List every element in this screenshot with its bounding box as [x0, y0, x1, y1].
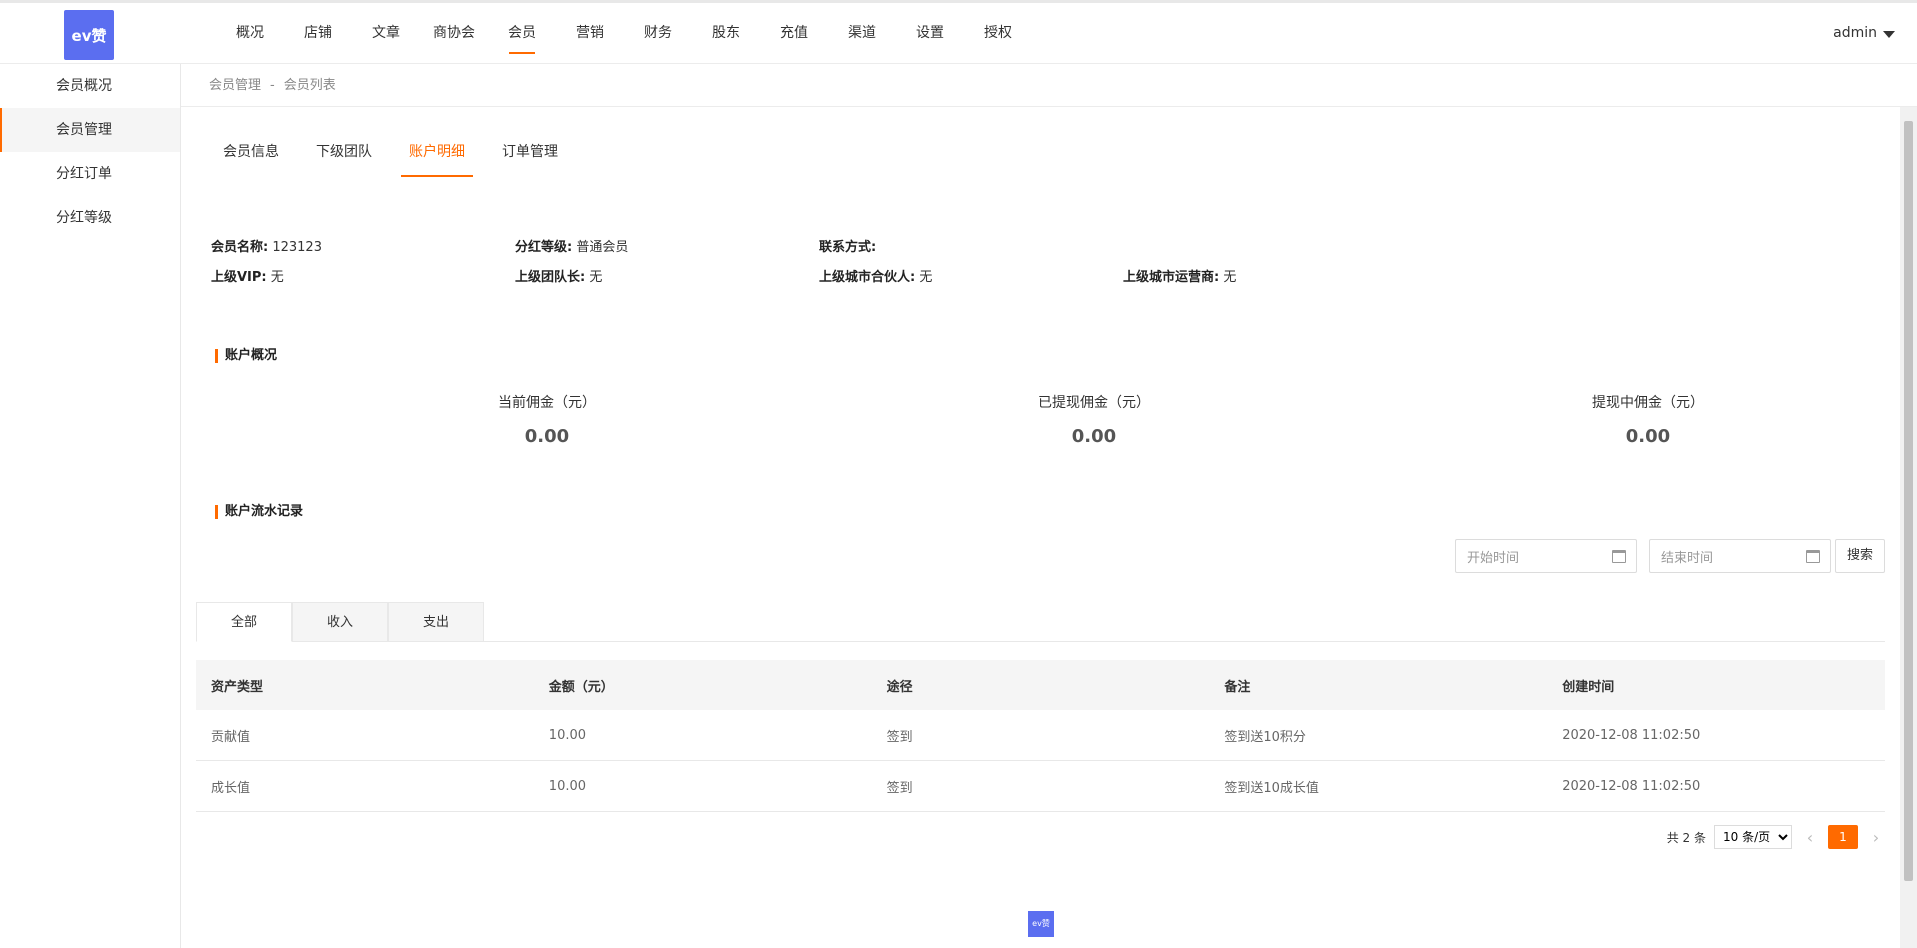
end-date-placeholder: 结束时间 [1661, 550, 1714, 566]
prev-page-icon[interactable]: ‹ [1800, 828, 1820, 847]
nav-item-member[interactable]: 会员 [488, 3, 556, 64]
nav-item-marketing[interactable]: 营销 [556, 3, 624, 64]
breadcrumb-separator: - [270, 78, 275, 93]
tab-order-management[interactable]: 订单管理 [494, 143, 566, 177]
nav-item-recharge[interactable]: 充值 [760, 3, 828, 64]
breadcrumb-parent[interactable]: 会员管理 [209, 78, 261, 93]
upper-partner-field: 上级城市合伙人: 无 [819, 269, 933, 285]
table-cell: 签到送10积分 [1224, 729, 1306, 745]
stat-label: 当前佣金（元） [498, 395, 596, 411]
member-info: 会员名称: 123123 分红等级: 普通会员 联系方式: 上级VIP: 无 上… [211, 230, 1611, 290]
column-header-remark: 备注 [1224, 679, 1251, 695]
record-type-tabs: 全部 收入 支出 [196, 602, 1885, 642]
table-cell: 贡献值 [211, 729, 251, 745]
column-header-asset-type: 资产类型 [211, 679, 264, 695]
upper-vip-field: 上级VIP: 无 [211, 269, 284, 285]
stat-current-commission: 当前佣金（元） 0.00 [427, 392, 667, 447]
tab-sub-team[interactable]: 下级团队 [308, 143, 380, 177]
stat-label: 已提现佣金（元） [1038, 395, 1150, 411]
table-cell: 2020-12-08 11:02:50 [1562, 778, 1701, 794]
sidebar: 会员概况 会员管理 分红订单 分红等级 [0, 64, 181, 948]
nav-item-shop[interactable]: 店铺 [284, 3, 352, 64]
calendar-icon [1806, 550, 1820, 563]
member-contact-field: 联系方式: [819, 239, 877, 255]
column-header-channel: 途径 [886, 679, 913, 695]
records-table: 资产类型 金额（元） 途径 备注 创建时间 贡献值 10.00 签到 签到送10… [196, 660, 1885, 812]
table-cell: 签到 [886, 729, 913, 745]
sidebar-item-dividend-orders[interactable]: 分红订单 [0, 152, 180, 196]
sidebar-item-member-overview[interactable]: 会员概况 [0, 64, 180, 108]
pagination: 共 2 条 10 条/页 ‹ 1 › [1667, 825, 1886, 849]
table-cell: 签到 [886, 780, 913, 796]
end-date-input[interactable]: 结束时间 [1649, 539, 1831, 573]
upper-operator-field: 上级城市运营商: 无 [1123, 269, 1237, 285]
stat-withdrawn-commission: 已提现佣金（元） 0.00 [974, 392, 1214, 447]
app-logo[interactable]: ev赞 [64, 10, 114, 60]
logo-text: ev赞 [71, 26, 107, 45]
table-cell: 成长值 [211, 780, 251, 796]
nav-item-shareholder[interactable]: 股东 [692, 3, 760, 64]
tab-account-details[interactable]: 账户明细 [401, 143, 473, 177]
main-nav: 概况 店铺 文章 商协会 会员 营销 财务 股东 充值 渠道 设置 授权 [216, 3, 1032, 64]
table-cell: 10.00 [548, 727, 587, 743]
stat-pending-withdrawal: 提现中佣金（元） 0.00 [1528, 392, 1768, 447]
column-header-amount: 金额（元） [548, 679, 614, 695]
member-name-field: 会员名称: 123123 [211, 239, 322, 255]
nav-item-finance[interactable]: 财务 [624, 3, 692, 64]
footer-logo: ev赞 [1028, 911, 1054, 937]
subtab-income[interactable]: 收入 [292, 602, 388, 642]
stat-label: 提现中佣金（元） [1592, 395, 1704, 411]
stat-value: 0.00 [1625, 426, 1671, 447]
table-row: 成长值 10.00 签到 签到送10成长值 2020-12-08 11:02:5… [196, 761, 1885, 812]
subtab-expense[interactable]: 支出 [388, 602, 484, 642]
tab-member-info[interactable]: 会员信息 [215, 143, 287, 177]
upper-leader-field: 上级团队长: 无 [515, 269, 603, 285]
breadcrumb: 会员管理 - 会员列表 [181, 64, 1917, 107]
sidebar-item-member-management[interactable]: 会员管理 [0, 108, 180, 152]
subtab-all[interactable]: 全部 [196, 602, 292, 642]
table-header: 资产类型 金额（元） 途径 备注 创建时间 [196, 660, 1885, 710]
search-button[interactable]: 搜索 [1835, 539, 1885, 573]
member-level-field: 分红等级: 普通会员 [515, 239, 629, 255]
detail-tabs: 会员信息 下级团队 账户明细 订单管理 [215, 143, 587, 177]
table-cell: 10.00 [548, 778, 587, 794]
nav-item-authorization[interactable]: 授权 [964, 3, 1032, 64]
table-row: 贡献值 10.00 签到 签到送10积分 2020-12-08 11:02:50 [196, 710, 1885, 761]
calendar-icon [1612, 550, 1626, 563]
user-menu[interactable]: admin [1833, 3, 1895, 64]
next-page-icon[interactable]: › [1866, 828, 1886, 847]
page-scrollbar[interactable] [1900, 107, 1917, 948]
start-date-placeholder: 开始时间 [1467, 550, 1520, 566]
nav-item-settings[interactable]: 设置 [896, 3, 964, 64]
account-overview-title: 账户概况 [215, 349, 277, 363]
main-content: 会员信息 下级团队 账户明细 订单管理 会员名称: 123123 分红等级: 普… [181, 107, 1900, 948]
nav-item-overview[interactable]: 概况 [216, 3, 284, 64]
top-navbar: ev赞 概况 店铺 文章 商协会 会员 营销 财务 股东 充值 渠道 设置 授权… [0, 0, 1917, 64]
page-number-button[interactable]: 1 [1828, 825, 1858, 849]
stat-value: 0.00 [1071, 426, 1117, 447]
start-date-input[interactable]: 开始时间 [1455, 539, 1637, 573]
records-title: 账户流水记录 [215, 505, 303, 519]
table-cell: 签到送10成长值 [1224, 780, 1319, 796]
column-header-created-time: 创建时间 [1562, 679, 1615, 695]
user-name: admin [1833, 25, 1877, 41]
pagination-total: 共 2 条 [1666, 830, 1706, 845]
stat-value: 0.00 [524, 426, 570, 447]
scrollbar-thumb[interactable] [1904, 121, 1913, 881]
nav-item-article[interactable]: 文章 [352, 3, 420, 64]
table-cell: 2020-12-08 11:02:50 [1562, 727, 1701, 743]
nav-item-association[interactable]: 商协会 [420, 3, 488, 64]
sidebar-item-dividend-levels[interactable]: 分红等级 [0, 196, 180, 240]
caret-down-icon [1883, 31, 1895, 38]
breadcrumb-current: 会员列表 [283, 78, 336, 93]
nav-item-channel[interactable]: 渠道 [828, 3, 896, 64]
page-size-select[interactable]: 10 条/页 [1714, 825, 1792, 849]
